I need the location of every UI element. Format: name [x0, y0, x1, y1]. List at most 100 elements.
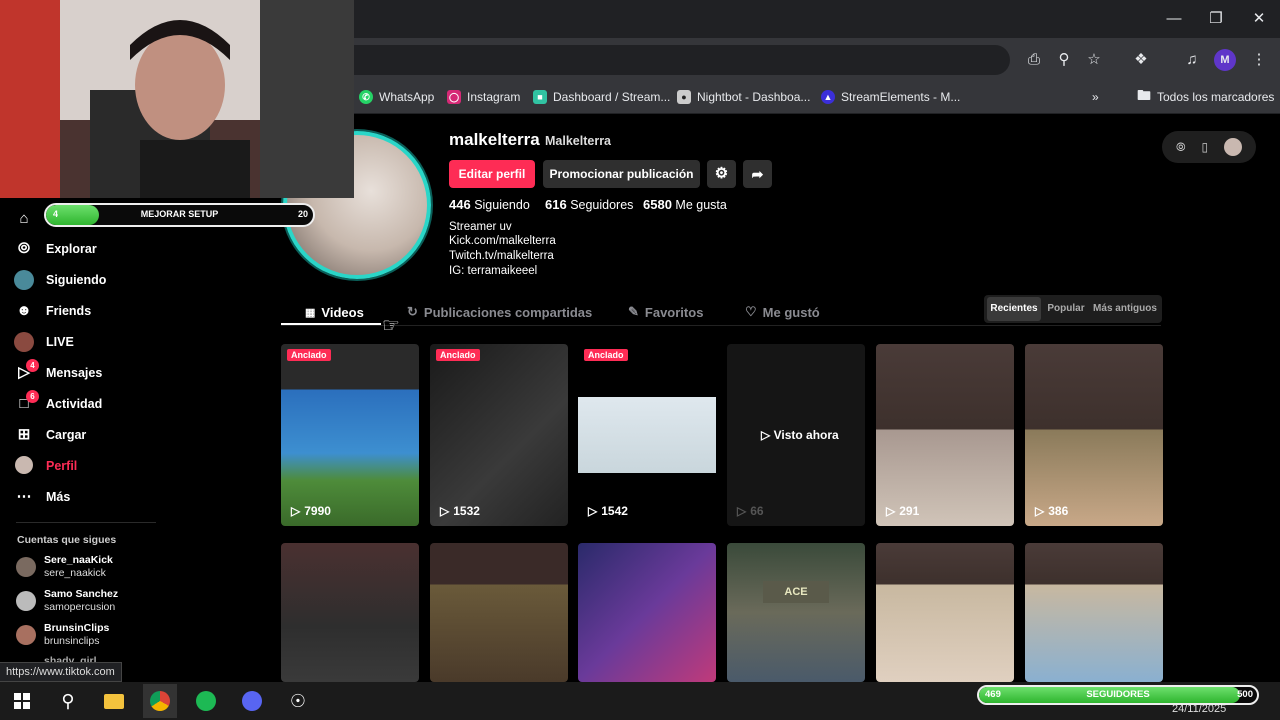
play-icon: ▷ [588, 504, 598, 518]
account-item[interactable]: Samo Sanchez samopercusion [16, 586, 118, 616]
profile-username: malkelterra [449, 130, 540, 149]
sidebar-item-mas[interactable]: ⋯ Más [14, 484, 71, 510]
video-card[interactable]: ▷ 386 [1025, 344, 1163, 526]
all-bookmarks[interactable]: 🖿 Todos los marcadores [1137, 86, 1274, 108]
video-card[interactable]: ACE [727, 543, 865, 682]
following-accounts-header: Cuentas que sigues [17, 534, 117, 546]
stat-likes: 6580 Me gusta [643, 197, 727, 212]
video-card[interactable]: Anclado ▷ 1532 [430, 344, 568, 526]
bookmark-instagram[interactable]: ◯ Instagram [447, 86, 520, 108]
play-icon: ▷ [440, 504, 450, 518]
ace-label: ACE [763, 581, 829, 603]
following-icon [14, 270, 34, 290]
media-control-icon[interactable]: ♫ [1181, 49, 1203, 71]
sidebar-item-mensajes[interactable]: ▷ 4 Mensajes [14, 359, 102, 386]
video-card[interactable] [430, 543, 568, 682]
extensions-icon[interactable]: ❖ [1130, 49, 1152, 71]
sort-oldest-button[interactable]: Más antiguos [1092, 297, 1158, 321]
video-card[interactable] [578, 543, 716, 682]
tab-videos[interactable]: ▦ Videos [305, 302, 364, 322]
video-card[interactable]: ▷ 291 [876, 344, 1014, 526]
restore-icon[interactable]: ❐ [1204, 8, 1228, 30]
profile-display-name: Malkelterra [545, 134, 612, 148]
bookmark-whatsapp[interactable]: ✆ WhatsApp [359, 86, 434, 108]
streamlabs-icon: ■ [533, 90, 547, 104]
sidebar-item-cargar[interactable]: ⊞ Cargar [14, 422, 87, 448]
sidebar-item-actividad[interactable]: □ 6 Actividad [14, 390, 102, 417]
account-item[interactable]: Sere_naaKick sere_naakick [16, 552, 113, 582]
upload-icon: ⊞ [17, 426, 31, 443]
sidebar-item-friends[interactable]: ☻ Friends [14, 298, 91, 324]
setup-goal-bar: 4 MEJORAR SETUP 20 [44, 203, 315, 227]
video-card[interactable] [281, 543, 419, 682]
video-card[interactable]: Anclado ▷ 7990 [281, 344, 419, 526]
active-tab-indicator [281, 323, 381, 325]
activity-badge: 6 [26, 390, 39, 403]
share-icon[interactable]: ➦ [743, 160, 772, 188]
tab-liked[interactable]: ♡ Me gustó [745, 302, 820, 322]
whatsapp-icon: ✆ [359, 90, 373, 104]
video-card[interactable] [876, 543, 1014, 682]
promote-post-button[interactable]: Promocionar publicación [543, 160, 700, 188]
obs-icon[interactable]: ☉ [281, 684, 315, 718]
edit-profile-button[interactable]: Editar perfil [449, 160, 535, 188]
sidebar-item-perfil[interactable]: Perfil [14, 453, 77, 479]
stat-following[interactable]: 446 Siguiendo [449, 197, 530, 212]
windows-start-icon[interactable] [5, 684, 39, 718]
sidebar-divider [16, 522, 156, 523]
tab-shared-posts[interactable]: ↻ Publicaciones compartidas [407, 302, 592, 322]
live-icon [14, 332, 34, 352]
home-icon: ⌂ [19, 210, 29, 227]
video-card[interactable]: Anclado ▷ 1542 [578, 344, 716, 526]
sidebar-item-live[interactable]: LIVE [14, 329, 74, 355]
tab-favorites[interactable]: ✎ Favoritos [628, 302, 703, 322]
account-item[interactable]: BrunsinClips brunsinclips [16, 620, 109, 650]
zoom-icon[interactable]: ⚲ [1053, 49, 1075, 71]
close-icon[interactable]: ✕ [1247, 8, 1271, 30]
app-mini-controls: ⦾ ▯ [1162, 131, 1256, 163]
file-explorer-icon[interactable] [97, 684, 131, 718]
play-icon: ▷ [1035, 504, 1045, 518]
address-bar[interactable] [300, 45, 1010, 75]
settings-icon[interactable]: ⚙ [707, 160, 736, 188]
avatar [16, 557, 36, 577]
view-count: ▷ 291 [886, 504, 920, 518]
discord-icon[interactable] [235, 684, 269, 718]
chrome-menu-icon[interactable]: ⋮ [1248, 49, 1270, 71]
nightbot-icon: ● [677, 90, 691, 104]
bookmark-streamelements[interactable]: ▲ StreamElements - M... [821, 86, 960, 108]
video-card[interactable]: ▷ Visto ahora ▷ 66 [727, 344, 865, 526]
avatar[interactable] [1224, 138, 1243, 156]
sidebar-item-home[interactable]: ⌂ [14, 206, 34, 232]
view-count: ▷ 7990 [291, 504, 331, 518]
sort-recent-button[interactable]: Recientes [987, 297, 1041, 321]
compass-icon: ⦾ [17, 240, 30, 257]
more-bookmarks-icon[interactable]: » [1092, 86, 1099, 108]
pinned-badge: Anclado [584, 349, 628, 361]
sidebar-item-explorar[interactable]: ⦾ Explorar [14, 236, 97, 262]
stat-followers[interactable]: 616 Seguidores [545, 197, 633, 212]
bookmark-star-icon[interactable]: ☆ [1083, 49, 1105, 71]
profile-avatar[interactable]: M [1214, 49, 1236, 71]
bookmark-streamlabs[interactable]: ■ Dashboard / Stream... [533, 86, 670, 108]
setup-label: MEJORAR SETUP [140, 209, 219, 219]
spotify-icon[interactable] [189, 684, 223, 718]
bookmark-icon: ✎ [628, 304, 639, 319]
followers-goal-bar: 469 SEGUIDORES 500 [977, 685, 1259, 705]
install-app-icon[interactable]: ⎙ [1023, 49, 1045, 71]
view-count: ▷ 66 [737, 504, 764, 518]
sort-popular-button[interactable]: Popular [1043, 297, 1089, 321]
sidebar-item-siguiendo[interactable]: Siguiendo [14, 267, 106, 293]
chrome-icon[interactable] [143, 684, 177, 718]
phone-icon[interactable]: ▯ [1201, 140, 1208, 154]
activity-icon: □ 6 [14, 390, 39, 414]
minimize-icon[interactable]: — [1162, 8, 1186, 30]
friends-icon: ☻ [16, 302, 32, 319]
compass-icon[interactable]: ⦾ [1176, 140, 1186, 155]
more-icon: ⋯ [16, 488, 32, 505]
instagram-icon: ◯ [447, 90, 461, 104]
watched-now-label: ▷ Visto ahora [761, 428, 839, 442]
bookmark-nightbot[interactable]: ● Nightbot - Dashboa... [677, 86, 810, 108]
video-card[interactable] [1025, 543, 1163, 682]
search-icon[interactable]: ⚲ [51, 684, 85, 718]
